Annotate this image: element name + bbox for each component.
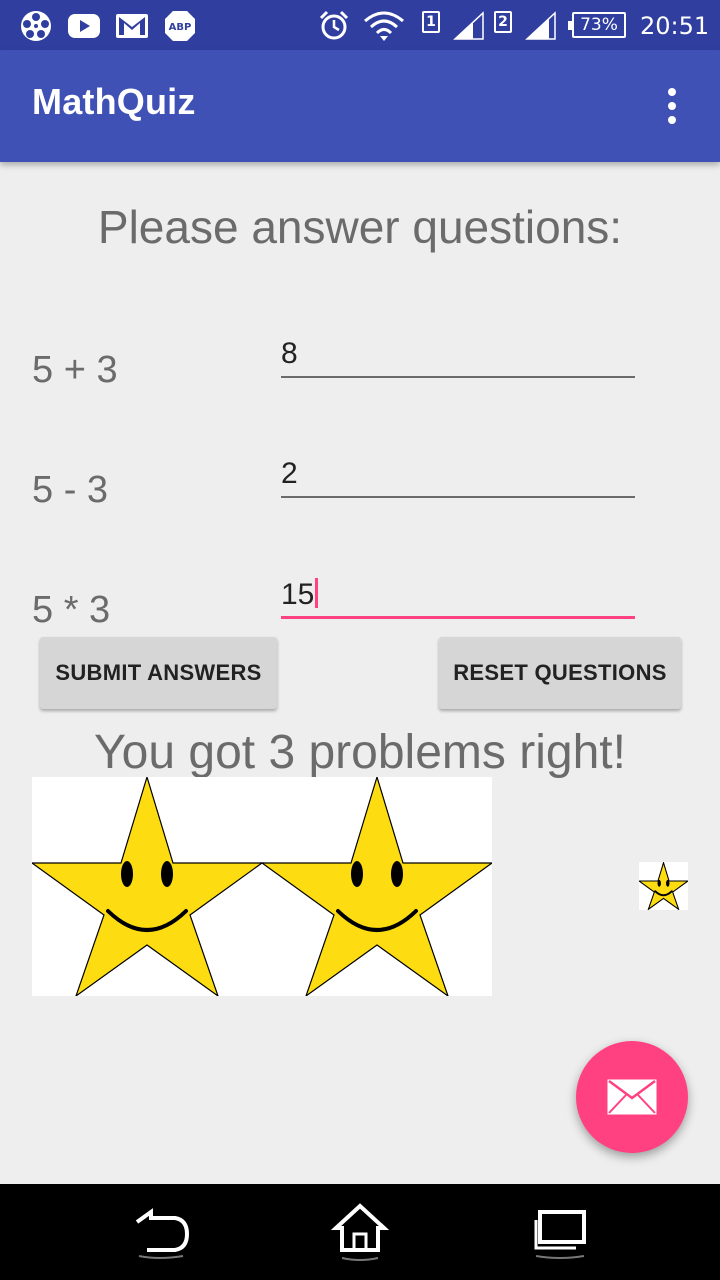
question-label: 5 - 3 <box>32 469 109 511</box>
alarm-icon <box>316 10 352 42</box>
mail-fab-button[interactable] <box>576 1041 688 1153</box>
smiley-star-icon <box>32 777 492 996</box>
signal-icon <box>452 10 486 42</box>
app-title: MathQuiz <box>32 81 196 122</box>
answer-value: 8 <box>281 337 298 370</box>
more-vert-icon[interactable] <box>652 80 692 132</box>
mail-icon <box>607 1079 657 1115</box>
app-bar: MathQuiz <box>0 50 720 162</box>
status-bar: ABP 1 2 73% 20:51 <box>0 0 720 50</box>
gmail-icon <box>114 10 150 42</box>
sim2-indicator: 2 <box>494 11 512 33</box>
answer-value: 2 <box>281 457 298 490</box>
back-icon[interactable] <box>126 1196 196 1268</box>
signal-icon <box>524 10 558 42</box>
adblock-icon: ABP <box>162 10 198 42</box>
home-icon[interactable] <box>325 1196 395 1268</box>
svg-text:ABP: ABP <box>169 22 192 33</box>
answer-input[interactable]: 8 <box>281 334 635 378</box>
question-label: 5 * 3 <box>32 589 111 631</box>
answer-input[interactable]: 15 <box>281 575 635 619</box>
navigation-bar <box>0 1184 720 1280</box>
submit-answers-button[interactable]: SUBMIT ANSWERS <box>40 637 277 709</box>
film-reel-icon <box>18 10 54 42</box>
stars-panel <box>32 777 492 996</box>
wifi-icon <box>362 10 406 42</box>
result-text: You got 3 problems right! <box>94 726 626 779</box>
page-title: Please answer questions: <box>97 201 623 253</box>
question-label: 5 + 3 <box>32 349 118 391</box>
youtube-icon <box>66 10 102 42</box>
answer-input[interactable]: 2 <box>281 454 635 498</box>
reset-questions-button[interactable]: RESET QUESTIONS <box>439 637 681 709</box>
answer-value: 15 <box>281 578 315 611</box>
text-cursor <box>315 578 319 608</box>
battery-icon: 73% <box>568 12 626 38</box>
clock: 20:51 <box>640 12 710 40</box>
sim1-indicator: 1 <box>422 11 440 33</box>
recents-icon[interactable] <box>525 1196 595 1268</box>
smiley-star-icon <box>637 860 690 911</box>
battery-level: 73% <box>580 15 618 35</box>
